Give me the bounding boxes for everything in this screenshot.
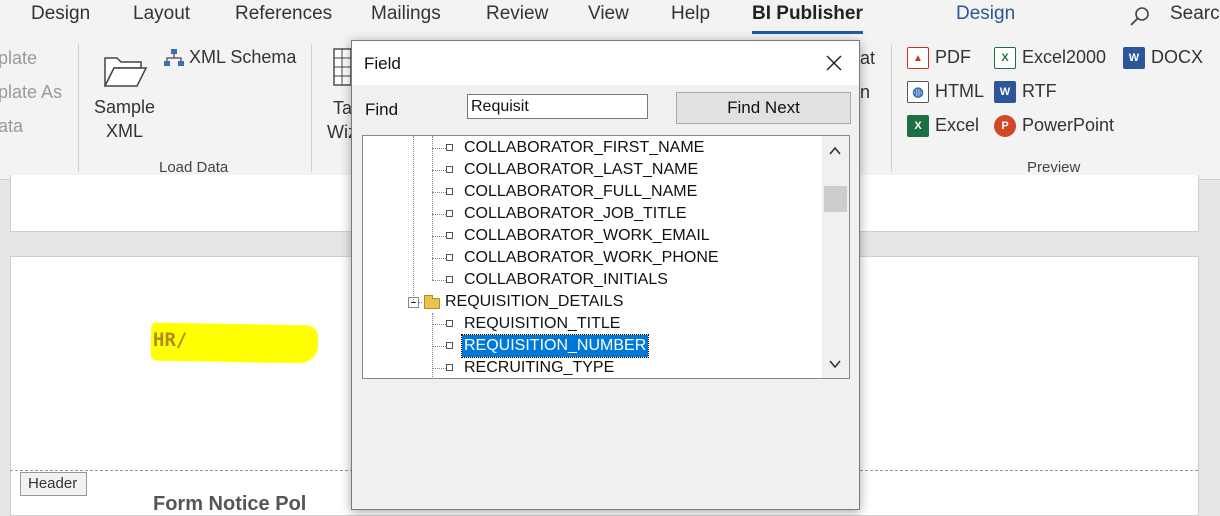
folder-open-icon [102, 50, 148, 90]
field-tree[interactable]: COLLABORATOR_FIRST_NAME COLLABORATOR_LAST… [362, 135, 850, 379]
tab-context-design[interactable]: Design [956, 3, 1015, 25]
tree-guide-line [432, 313, 433, 378]
preview-docx-button[interactable]: W DOCX [1123, 46, 1208, 72]
preview-powerpoint-label: PowerPoint [1022, 115, 1115, 135]
field-dialog: Field Find Find Next COLLABORATOR_FIRST_… [351, 40, 860, 510]
tab-bi-publisher[interactable]: BI Publisher [752, 3, 863, 34]
ribbon-separator [311, 44, 312, 172]
preview-html-button[interactable]: ◍ HTML [907, 80, 987, 106]
tree-item-label: COLLABORATOR_LAST_NAME [464, 161, 699, 178]
xml-schema-button[interactable]: XML Schema [163, 46, 298, 72]
tree-item-label: COLLABORATOR_FULL_NAME [464, 183, 698, 200]
folder-open-icon [424, 295, 440, 309]
field-node-icon [446, 188, 453, 195]
tab-layout[interactable]: Layout [133, 3, 190, 25]
load-data-group-label: Load Data [159, 159, 229, 176]
data-button-partial[interactable]: ata [0, 116, 23, 137]
find-label: Find [365, 100, 399, 119]
tree-guide-line [432, 136, 433, 280]
find-next-button[interactable]: Find Next [676, 92, 851, 124]
hidden-button-partial-2[interactable]: n [860, 82, 870, 103]
find-input[interactable] [467, 94, 648, 119]
tree-item-label: COLLABORATOR_WORK_PHONE [464, 249, 719, 266]
field-node-icon [446, 276, 453, 283]
ribbon-separator [891, 44, 892, 172]
tree-item-label: REQUISITION_TITLE [464, 315, 621, 332]
tab-references[interactable]: References [235, 3, 332, 25]
preview-pdf-label: PDF [935, 47, 971, 67]
excel2000-icon: X [994, 47, 1016, 69]
sample-xml-label-line2: XML [106, 121, 144, 141]
scroll-thumb[interactable] [824, 186, 847, 212]
field-node-icon [446, 320, 453, 327]
excel-icon: X [907, 115, 929, 137]
table-wizard-icon[interactable] [333, 48, 352, 86]
close-icon[interactable] [824, 53, 844, 73]
hierarchy-icon [163, 48, 185, 68]
dialog-title: Field [364, 54, 401, 73]
dialog-title-bar[interactable]: Field [352, 41, 859, 85]
preview-docx-label: DOCX [1151, 47, 1204, 67]
tab-view[interactable]: View [588, 3, 629, 25]
scroll-up-arrow-icon[interactable] [828, 144, 842, 158]
field-node-icon [446, 342, 453, 349]
template-as-button-partial[interactable]: plate As [0, 82, 62, 103]
rtf-word-icon: W [994, 81, 1016, 103]
tab-help[interactable]: Help [671, 3, 710, 25]
field-node-icon [446, 144, 453, 151]
field-node-icon [446, 166, 453, 173]
header-tag: Header [20, 472, 87, 496]
preview-excel2000-label: Excel2000 [1022, 47, 1107, 67]
document-body-text[interactable]: Form Notice Pol [153, 493, 306, 516]
tree-item-label: COLLABORATOR_WORK_EMAIL [464, 227, 710, 244]
preview-pdf-button[interactable]: ▲ PDF [907, 46, 987, 72]
powerpoint-icon: P [994, 115, 1016, 137]
tree-item-label: REQUISITION_NUMBER [460, 334, 650, 358]
tab-design[interactable]: Design [31, 3, 90, 25]
field-node-icon [446, 364, 453, 371]
hidden-button-partial-1[interactable]: at [860, 48, 875, 69]
preview-group-label: Preview [1027, 159, 1081, 176]
tab-review[interactable]: Review [486, 3, 548, 25]
tree-item-label: COLLABORATOR_JOB_TITLE [464, 205, 687, 222]
pdf-icon: ▲ [907, 47, 929, 69]
search-label[interactable]: Search [1170, 3, 1220, 25]
tree-item-label: REQUISITION_DETAILS [445, 293, 624, 310]
sample-xml-label-line1: Sample [94, 97, 156, 117]
hr-field-text[interactable]: HR/ [153, 329, 187, 351]
scroll-down-arrow-icon[interactable] [828, 357, 842, 371]
preview-powerpoint-button[interactable]: P PowerPoint [994, 114, 1119, 140]
preview-rtf-button[interactable]: W RTF [994, 80, 1074, 106]
field-node-icon [446, 210, 453, 217]
html-globe-icon: ◍ [907, 81, 929, 103]
preview-html-label: HTML [935, 81, 984, 101]
tab-mailings[interactable]: Mailings [371, 3, 441, 25]
ribbon-tab-bar: Design Layout References Mailings Review… [0, 0, 1220, 36]
preview-excel2000-button[interactable]: X Excel2000 [994, 46, 1109, 72]
docx-word-icon: W [1123, 47, 1145, 69]
template-button-partial[interactable]: plate [0, 48, 37, 69]
table-wizard-label-line1[interactable]: Ta [333, 98, 352, 119]
tree-item-label: COLLABORATOR_INITIALS [464, 271, 668, 288]
preview-rtf-label: RTF [1022, 81, 1057, 101]
field-node-icon [446, 254, 453, 261]
search-icon[interactable] [1128, 5, 1152, 29]
ribbon-separator [78, 44, 79, 172]
tree-guide-line [413, 136, 414, 302]
tree-item-label: COLLABORATOR_FIRST_NAME [464, 139, 705, 156]
xml-schema-label: XML Schema [189, 47, 297, 67]
preview-excel-label: Excel [935, 115, 980, 135]
preview-excel-button[interactable]: X Excel [907, 114, 987, 140]
tree-item-label: RECRUITING_TYPE [464, 359, 615, 376]
field-node-icon [446, 232, 453, 239]
tree-scrollbar[interactable] [822, 136, 849, 378]
sample-xml-button[interactable]: Sample XML [88, 44, 160, 144]
